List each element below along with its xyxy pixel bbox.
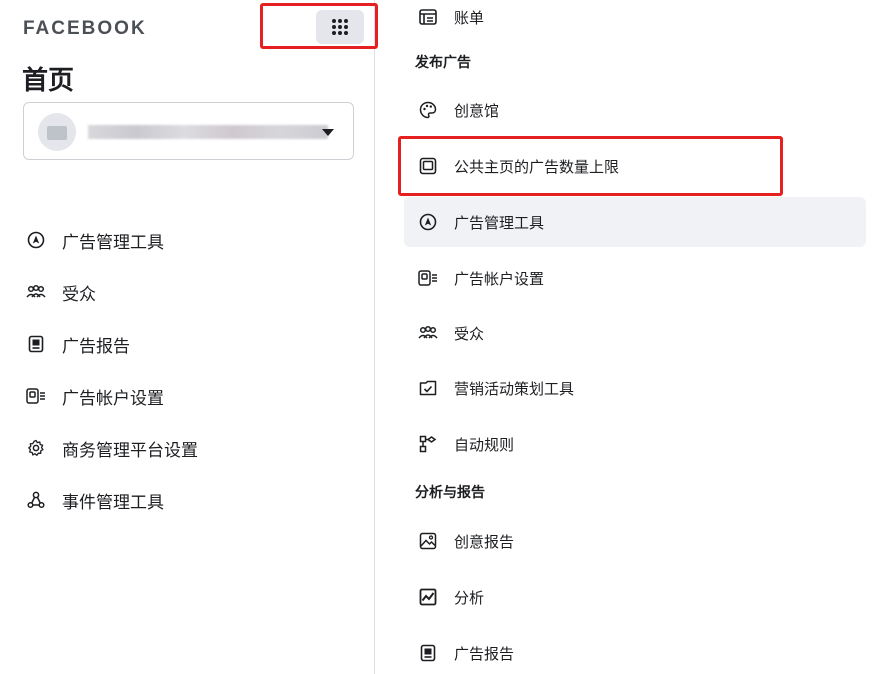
left-sidebar: FACEBOOK 首页 广告管理工具 受众 广告报告 广告帐户设置 商务管理平台… xyxy=(0,0,375,674)
sidebar-item-label: 事件管理工具 xyxy=(62,492,164,513)
menu-item-label: 广告管理工具 xyxy=(454,213,545,232)
page-limit-icon xyxy=(418,156,438,176)
account-avatar xyxy=(38,113,76,151)
facebook-logo: FACEBOOK xyxy=(23,18,147,39)
menu-item-analytics[interactable]: 分析 xyxy=(404,572,866,622)
account-selector[interactable] xyxy=(23,102,354,160)
menu-item-label: 营销活动策划工具 xyxy=(454,379,575,398)
sidebar-item-label: 广告报告 xyxy=(62,336,130,357)
menu-item-creative-reporting[interactable]: 创意报告 xyxy=(404,516,866,566)
account-name-blurred xyxy=(88,125,328,139)
tools-menu-panel: 账单 发布广告 创意馆 公共主页的广告数量上限 广告管理工具 广告帐户设置 受众 xyxy=(376,0,873,674)
menu-item-label: 广告报告 xyxy=(454,644,515,663)
grid-icon xyxy=(332,19,348,35)
campaign-planner-icon xyxy=(418,378,438,398)
sidebar-item-label: 广告管理工具 xyxy=(62,232,164,253)
menu-item-creative-hub[interactable]: 创意馆 xyxy=(404,85,866,135)
menu-item-label: 账单 xyxy=(454,8,485,27)
ads-reporting-icon xyxy=(418,643,438,663)
menu-item-label: 自动规则 xyxy=(454,435,515,454)
all-tools-button[interactable] xyxy=(316,10,364,44)
caret-down-icon xyxy=(322,129,334,136)
events-manager-icon xyxy=(26,490,46,510)
menu-item-label: 受众 xyxy=(454,324,485,343)
ad-account-settings-icon xyxy=(26,386,46,406)
sidebar-item-ad-account-settings[interactable]: 广告帐户设置 xyxy=(26,370,198,422)
automated-rules-icon xyxy=(418,434,438,454)
sidebar-item-label: 广告帐户设置 xyxy=(62,388,164,409)
sidebar-item-events-manager[interactable]: 事件管理工具 xyxy=(26,474,198,526)
menu-item-label: 公共主页的广告数量上限 xyxy=(454,157,620,176)
menu-item-ads-manager[interactable]: 广告管理工具 xyxy=(404,197,866,247)
audience-icon xyxy=(418,323,438,343)
sidebar-item-audience[interactable]: 受众 xyxy=(26,266,198,318)
analytics-icon xyxy=(418,587,438,607)
sidebar-item-ads-manager[interactable]: 广告管理工具 xyxy=(26,214,198,266)
menu-item-page-ad-limits[interactable]: 公共主页的广告数量上限 xyxy=(404,141,866,191)
menu-item-audience[interactable]: 受众 xyxy=(404,308,866,358)
sidebar-nav: 广告管理工具 受众 广告报告 广告帐户设置 商务管理平台设置 事件管理工具 xyxy=(26,214,198,526)
menu-item-billing[interactable]: 账单 xyxy=(404,0,866,42)
page-title: 首页 xyxy=(22,66,75,96)
billing-icon xyxy=(418,7,438,27)
ads-manager-icon xyxy=(418,212,438,232)
creative-report-icon xyxy=(418,531,438,551)
gear-icon xyxy=(26,438,46,458)
section-title-analyze: 分析与报告 xyxy=(415,485,485,501)
menu-item-ads-reporting[interactable]: 广告报告 xyxy=(404,628,866,674)
sidebar-item-label: 受众 xyxy=(62,284,96,305)
ads-manager-icon xyxy=(26,230,46,250)
menu-item-ad-account-settings[interactable]: 广告帐户设置 xyxy=(404,253,866,303)
menu-item-label: 广告帐户设置 xyxy=(454,269,545,288)
ads-reporting-icon xyxy=(26,334,46,354)
menu-item-label: 创意报告 xyxy=(454,532,515,551)
section-title-advertise: 发布广告 xyxy=(415,55,471,71)
sidebar-item-ads-reporting[interactable]: 广告报告 xyxy=(26,318,198,370)
palette-icon xyxy=(418,100,438,120)
audience-icon xyxy=(26,282,46,302)
menu-item-automated-rules[interactable]: 自动规则 xyxy=(404,419,866,469)
sidebar-item-business-settings[interactable]: 商务管理平台设置 xyxy=(26,422,198,474)
ad-account-settings-icon xyxy=(418,268,438,288)
menu-item-label: 创意馆 xyxy=(454,101,500,120)
menu-item-label: 分析 xyxy=(454,588,485,607)
sidebar-item-label: 商务管理平台设置 xyxy=(62,440,198,461)
menu-item-campaign-planner[interactable]: 营销活动策划工具 xyxy=(404,363,866,413)
